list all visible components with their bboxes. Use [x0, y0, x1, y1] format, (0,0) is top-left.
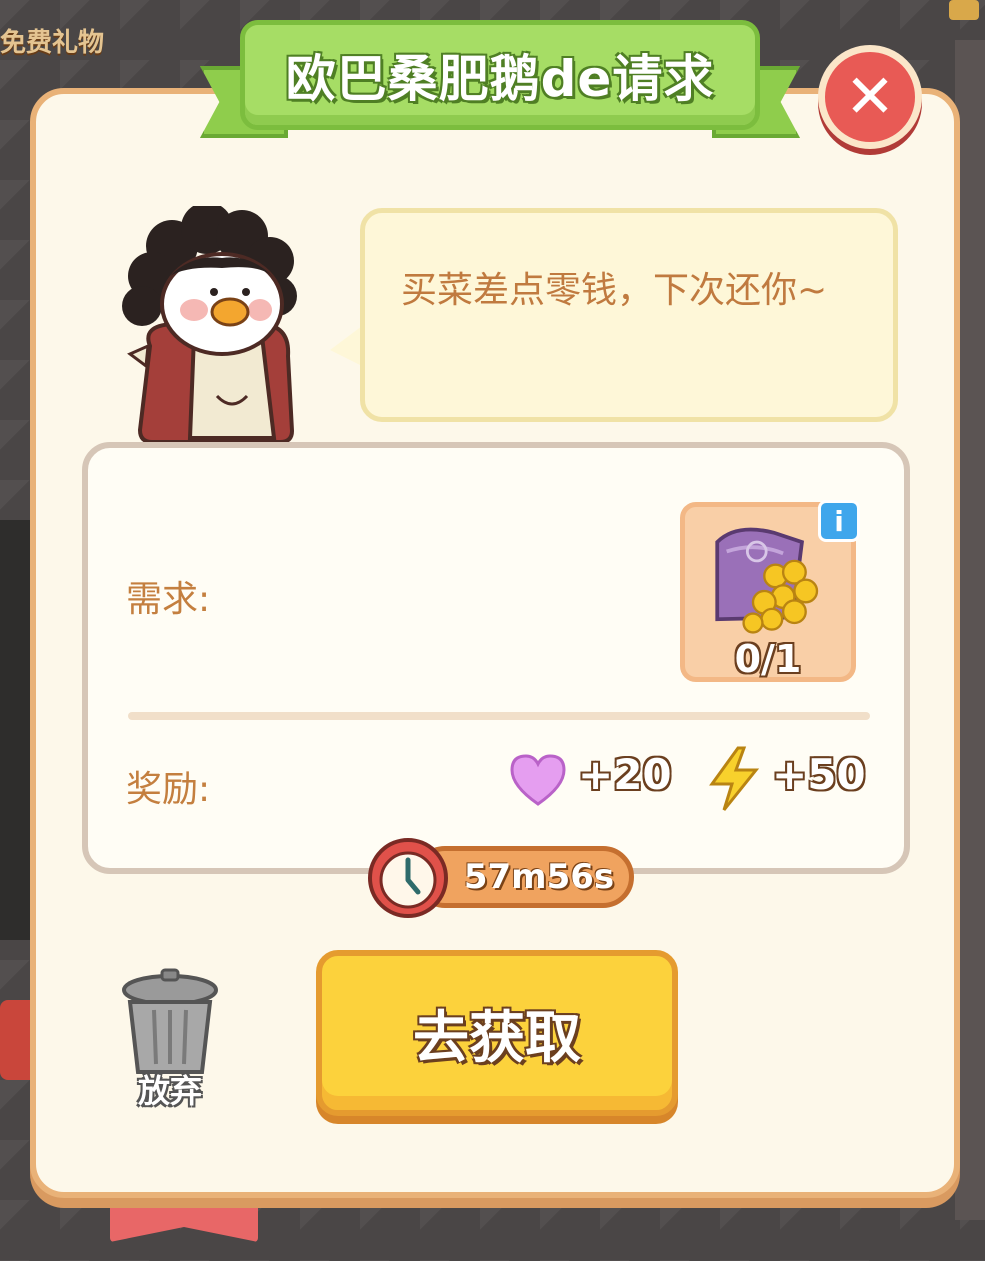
- speech-text: 买菜差点零钱，下次还你~: [401, 270, 828, 311]
- star-icon: [949, 0, 979, 20]
- go-get-label: 去获取: [413, 1005, 581, 1071]
- free-gift-label[interactable]: 免费礼物: [0, 22, 104, 59]
- discard-label: 放弃: [137, 1072, 202, 1110]
- title-banner: 欧巴桑肥鹅de请求: [200, 20, 800, 144]
- item-progress: 0/1: [734, 637, 802, 681]
- go-get-button[interactable]: 去获取: [316, 950, 678, 1116]
- energy-reward-value: +50: [772, 750, 866, 799]
- clock-icon: [368, 838, 448, 918]
- divider: [128, 712, 870, 720]
- close-button[interactable]: ✕: [818, 45, 922, 149]
- trash-icon: [122, 968, 218, 1074]
- request-box: 需求: 0/1 i 奖励: +20 +50: [82, 442, 910, 874]
- speech-bubble: 买菜差点零钱，下次还你~: [360, 208, 898, 422]
- goose-lady-character: [122, 206, 297, 444]
- timer-text: 57m56s: [463, 857, 615, 897]
- banner-main: 欧巴桑肥鹅de请求: [240, 20, 760, 130]
- info-icon[interactable]: i: [818, 500, 860, 542]
- lightning-icon: [709, 746, 760, 811]
- heart-reward-value: +20: [578, 750, 672, 799]
- dialog-title: 欧巴桑肥鹅de请求: [285, 50, 715, 108]
- heart-icon: [510, 754, 566, 806]
- discard-button[interactable]: 放弃: [118, 968, 222, 1110]
- timer: 57m56s: [366, 836, 638, 920]
- reward-label: 奖励:: [126, 769, 211, 810]
- rewards-row: +20 +50: [508, 746, 868, 816]
- need-label: 需求:: [126, 579, 211, 620]
- close-icon: ✕: [844, 62, 896, 132]
